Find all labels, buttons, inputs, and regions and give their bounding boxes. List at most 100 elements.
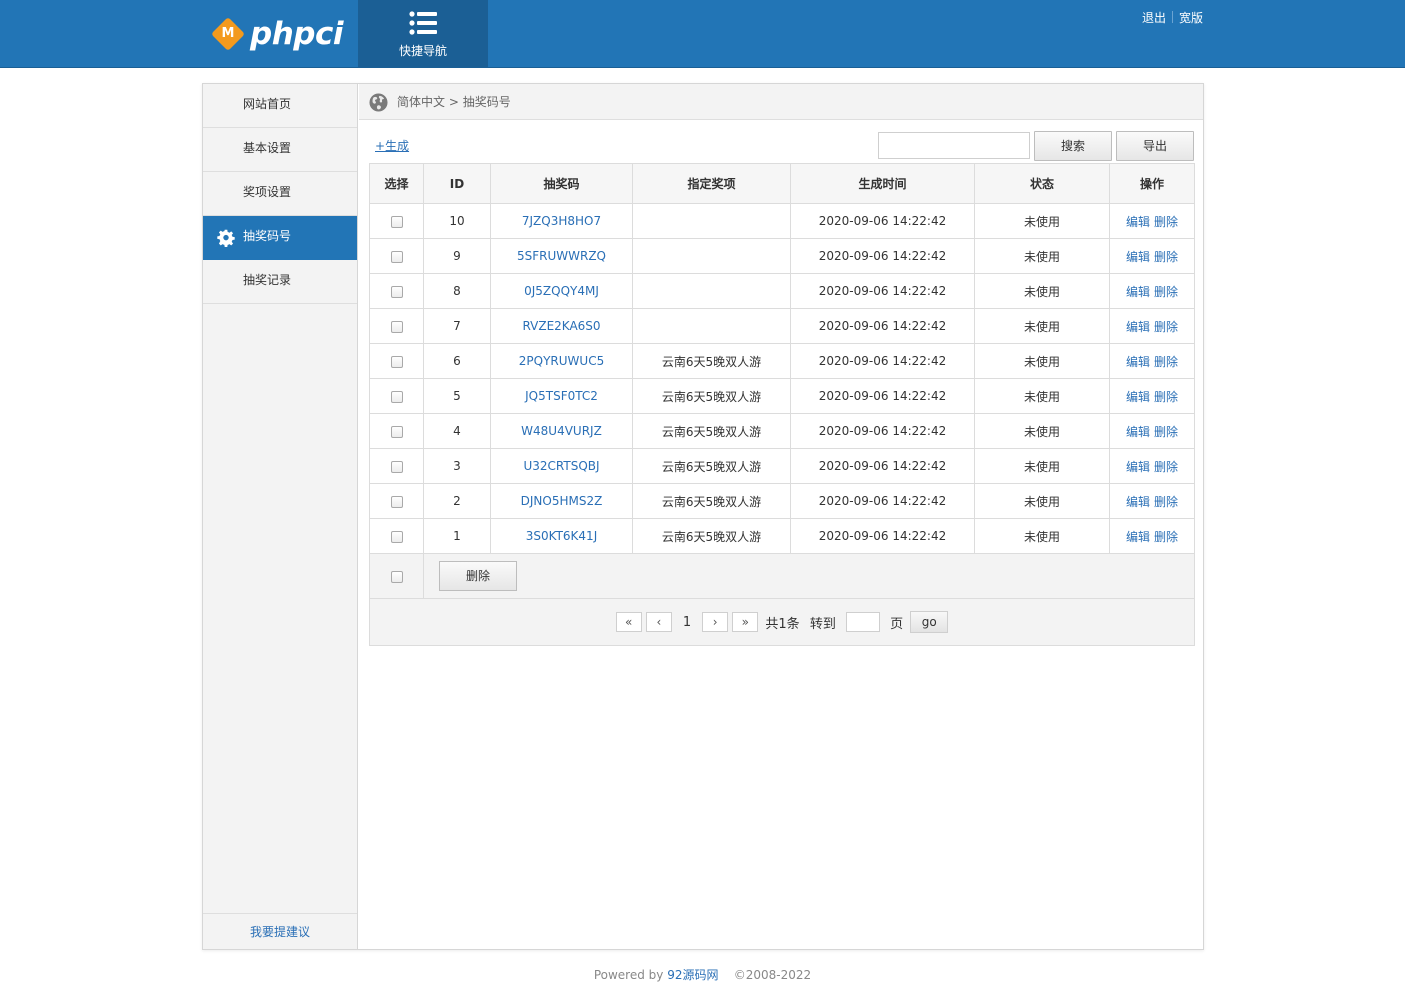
column-header-id: ID [423,163,491,204]
copyright-text: ©2008-2022 [733,968,812,982]
codes-table: 选择 ID 抽奖码 指定奖项 生成时间 状态 操作 10 7JZQ3H8HO7 20… [369,163,1195,646]
row-actions: 编辑 删除 [1109,518,1195,554]
breadcrumb-root[interactable]: 简体中文 [397,95,445,109]
edit-link[interactable]: 编辑 [1126,320,1150,334]
row-code-link[interactable]: 3S0KT6K41J [490,518,633,554]
row-actions: 编辑 删除 [1109,203,1195,239]
column-header-time: 生成时间 [790,163,975,204]
sidebar-item-lottery-codes[interactable]: 抽奖码号 [203,216,357,260]
row-code-link[interactable]: 2PQYRUWUC5 [490,343,633,379]
logo-diamond-icon: M [212,18,244,50]
edit-link[interactable]: 编辑 [1126,425,1150,439]
row-time: 2020-09-06 14:22:42 [790,273,975,309]
admin-frame: 网站首页 基本设置 奖项设置 抽奖码号 抽奖记录 我要提建议 简体中文 > 抽奖… [202,83,1204,950]
row-prize [632,203,791,239]
page-unit-label: 页 [890,616,904,632]
generate-link[interactable]: +生成 [375,137,409,154]
select-all-checkbox[interactable] [390,570,403,583]
edit-link[interactable]: 编辑 [1126,390,1150,404]
delete-link[interactable]: 删除 [1154,530,1178,544]
row-code-link[interactable]: JQ5TSF0TC2 [490,378,633,414]
row-code-link[interactable]: 7JZQ3H8HO7 [490,203,633,239]
table-row: 3 U32CRTSQBJ 云南6天5晚双人游 2020-09-06 14:22:42 未… [369,448,1195,484]
row-id: 9 [423,238,491,274]
sidebar-item-prize-settings[interactable]: 奖项设置 [203,172,357,216]
next-page-button[interactable]: › [702,612,729,632]
feedback-link[interactable]: 我要提建议 [250,925,310,939]
delete-link[interactable]: 删除 [1154,355,1178,369]
row-status: 未使用 [974,413,1110,449]
row-prize: 云南6天5晚双人游 [632,448,791,484]
pagination-row: « ‹ 1 › » 共1条 转到 页 go [369,598,1195,646]
edit-link[interactable]: 编辑 [1126,285,1150,299]
row-code-link[interactable]: 5SFRUWWRZQ [490,238,633,274]
sidebar-item-label: 基本设置 [243,141,292,155]
delete-link[interactable]: 删除 [1154,250,1178,264]
row-actions: 编辑 删除 [1109,238,1195,274]
search-input[interactable] [878,132,1030,159]
delete-link[interactable]: 删除 [1154,390,1178,404]
edit-link[interactable]: 编辑 [1126,250,1150,264]
go-button[interactable]: go [910,611,949,633]
row-checkbox[interactable] [390,390,403,403]
toolbar: +生成 搜索 导出 [369,130,1195,162]
row-checkbox[interactable] [390,355,403,368]
prev-page-button[interactable]: ‹ [645,612,672,632]
row-status: 未使用 [974,518,1110,554]
last-page-button[interactable]: » [732,612,759,632]
sidebar-item-home[interactable]: 网站首页 [203,84,357,128]
quick-nav-button[interactable]: 快捷导航 [358,0,488,68]
row-prize: 云南6天5晚双人游 [632,343,791,379]
edit-link[interactable]: 编辑 [1126,355,1150,369]
row-checkbox[interactable] [390,250,403,263]
row-checkbox[interactable] [390,460,403,473]
row-checkbox[interactable] [390,425,403,438]
logout-link[interactable]: 退出 [1142,11,1166,25]
search-button[interactable]: 搜索 [1034,131,1112,161]
powered-by-link[interactable]: 92源码网 [667,968,718,982]
bulk-delete-button[interactable]: 删除 [439,561,517,591]
divider [1171,11,1173,23]
sidebar-item-basic-settings[interactable]: 基本设置 [203,128,357,172]
row-code-link[interactable]: 0J5ZQQY4MJ [490,273,633,309]
sidebar-item-lottery-records[interactable]: 抽奖记录 [203,260,357,304]
row-checkbox[interactable] [390,215,403,228]
delete-link[interactable]: 删除 [1154,425,1178,439]
row-id: 7 [423,308,491,344]
goto-page-input[interactable] [845,612,880,632]
row-actions: 编辑 删除 [1109,378,1195,414]
globe-icon [369,93,388,112]
sidebar-item-label: 网站首页 [243,97,292,111]
row-code-link[interactable]: W48U4VURJZ [490,413,633,449]
delete-link[interactable]: 删除 [1154,460,1178,474]
row-checkbox[interactable] [390,320,403,333]
edit-link[interactable]: 编辑 [1126,530,1150,544]
logo[interactable]: M phpci [212,14,344,54]
row-checkbox[interactable] [390,495,403,508]
row-code-link[interactable]: DJNO5HMS2Z [490,483,633,519]
row-code-link[interactable]: U32CRTSQBJ [490,448,633,484]
top-links: 退出 宽版 [1142,9,1203,26]
first-page-button[interactable]: « [615,612,642,632]
row-status: 未使用 [974,203,1110,239]
table-row: 9 5SFRUWWRZQ 2020-09-06 14:22:42 未使用 编辑 删除 [369,238,1195,274]
sidebar: 网站首页 基本设置 奖项设置 抽奖码号 抽奖记录 我要提建议 [203,84,358,949]
delete-link[interactable]: 删除 [1154,215,1178,229]
row-status: 未使用 [974,483,1110,519]
wide-mode-link[interactable]: 宽版 [1179,11,1203,25]
delete-link[interactable]: 删除 [1154,285,1178,299]
row-time: 2020-09-06 14:22:42 [790,413,975,449]
row-prize [632,273,791,309]
breadcrumb-current: 抽奖码号 [462,95,511,109]
table-row: 10 7JZQ3H8HO7 2020-09-06 14:22:42 未使用 编辑 删除 [369,203,1195,239]
edit-link[interactable]: 编辑 [1126,460,1150,474]
delete-link[interactable]: 删除 [1154,495,1178,509]
row-checkbox[interactable] [390,530,403,543]
row-time: 2020-09-06 14:22:42 [790,308,975,344]
delete-link[interactable]: 删除 [1154,320,1178,334]
edit-link[interactable]: 编辑 [1126,495,1150,509]
row-checkbox[interactable] [390,285,403,298]
row-code-link[interactable]: RVZE2KA6S0 [490,308,633,344]
export-button[interactable]: 导出 [1116,131,1194,161]
edit-link[interactable]: 编辑 [1126,215,1150,229]
